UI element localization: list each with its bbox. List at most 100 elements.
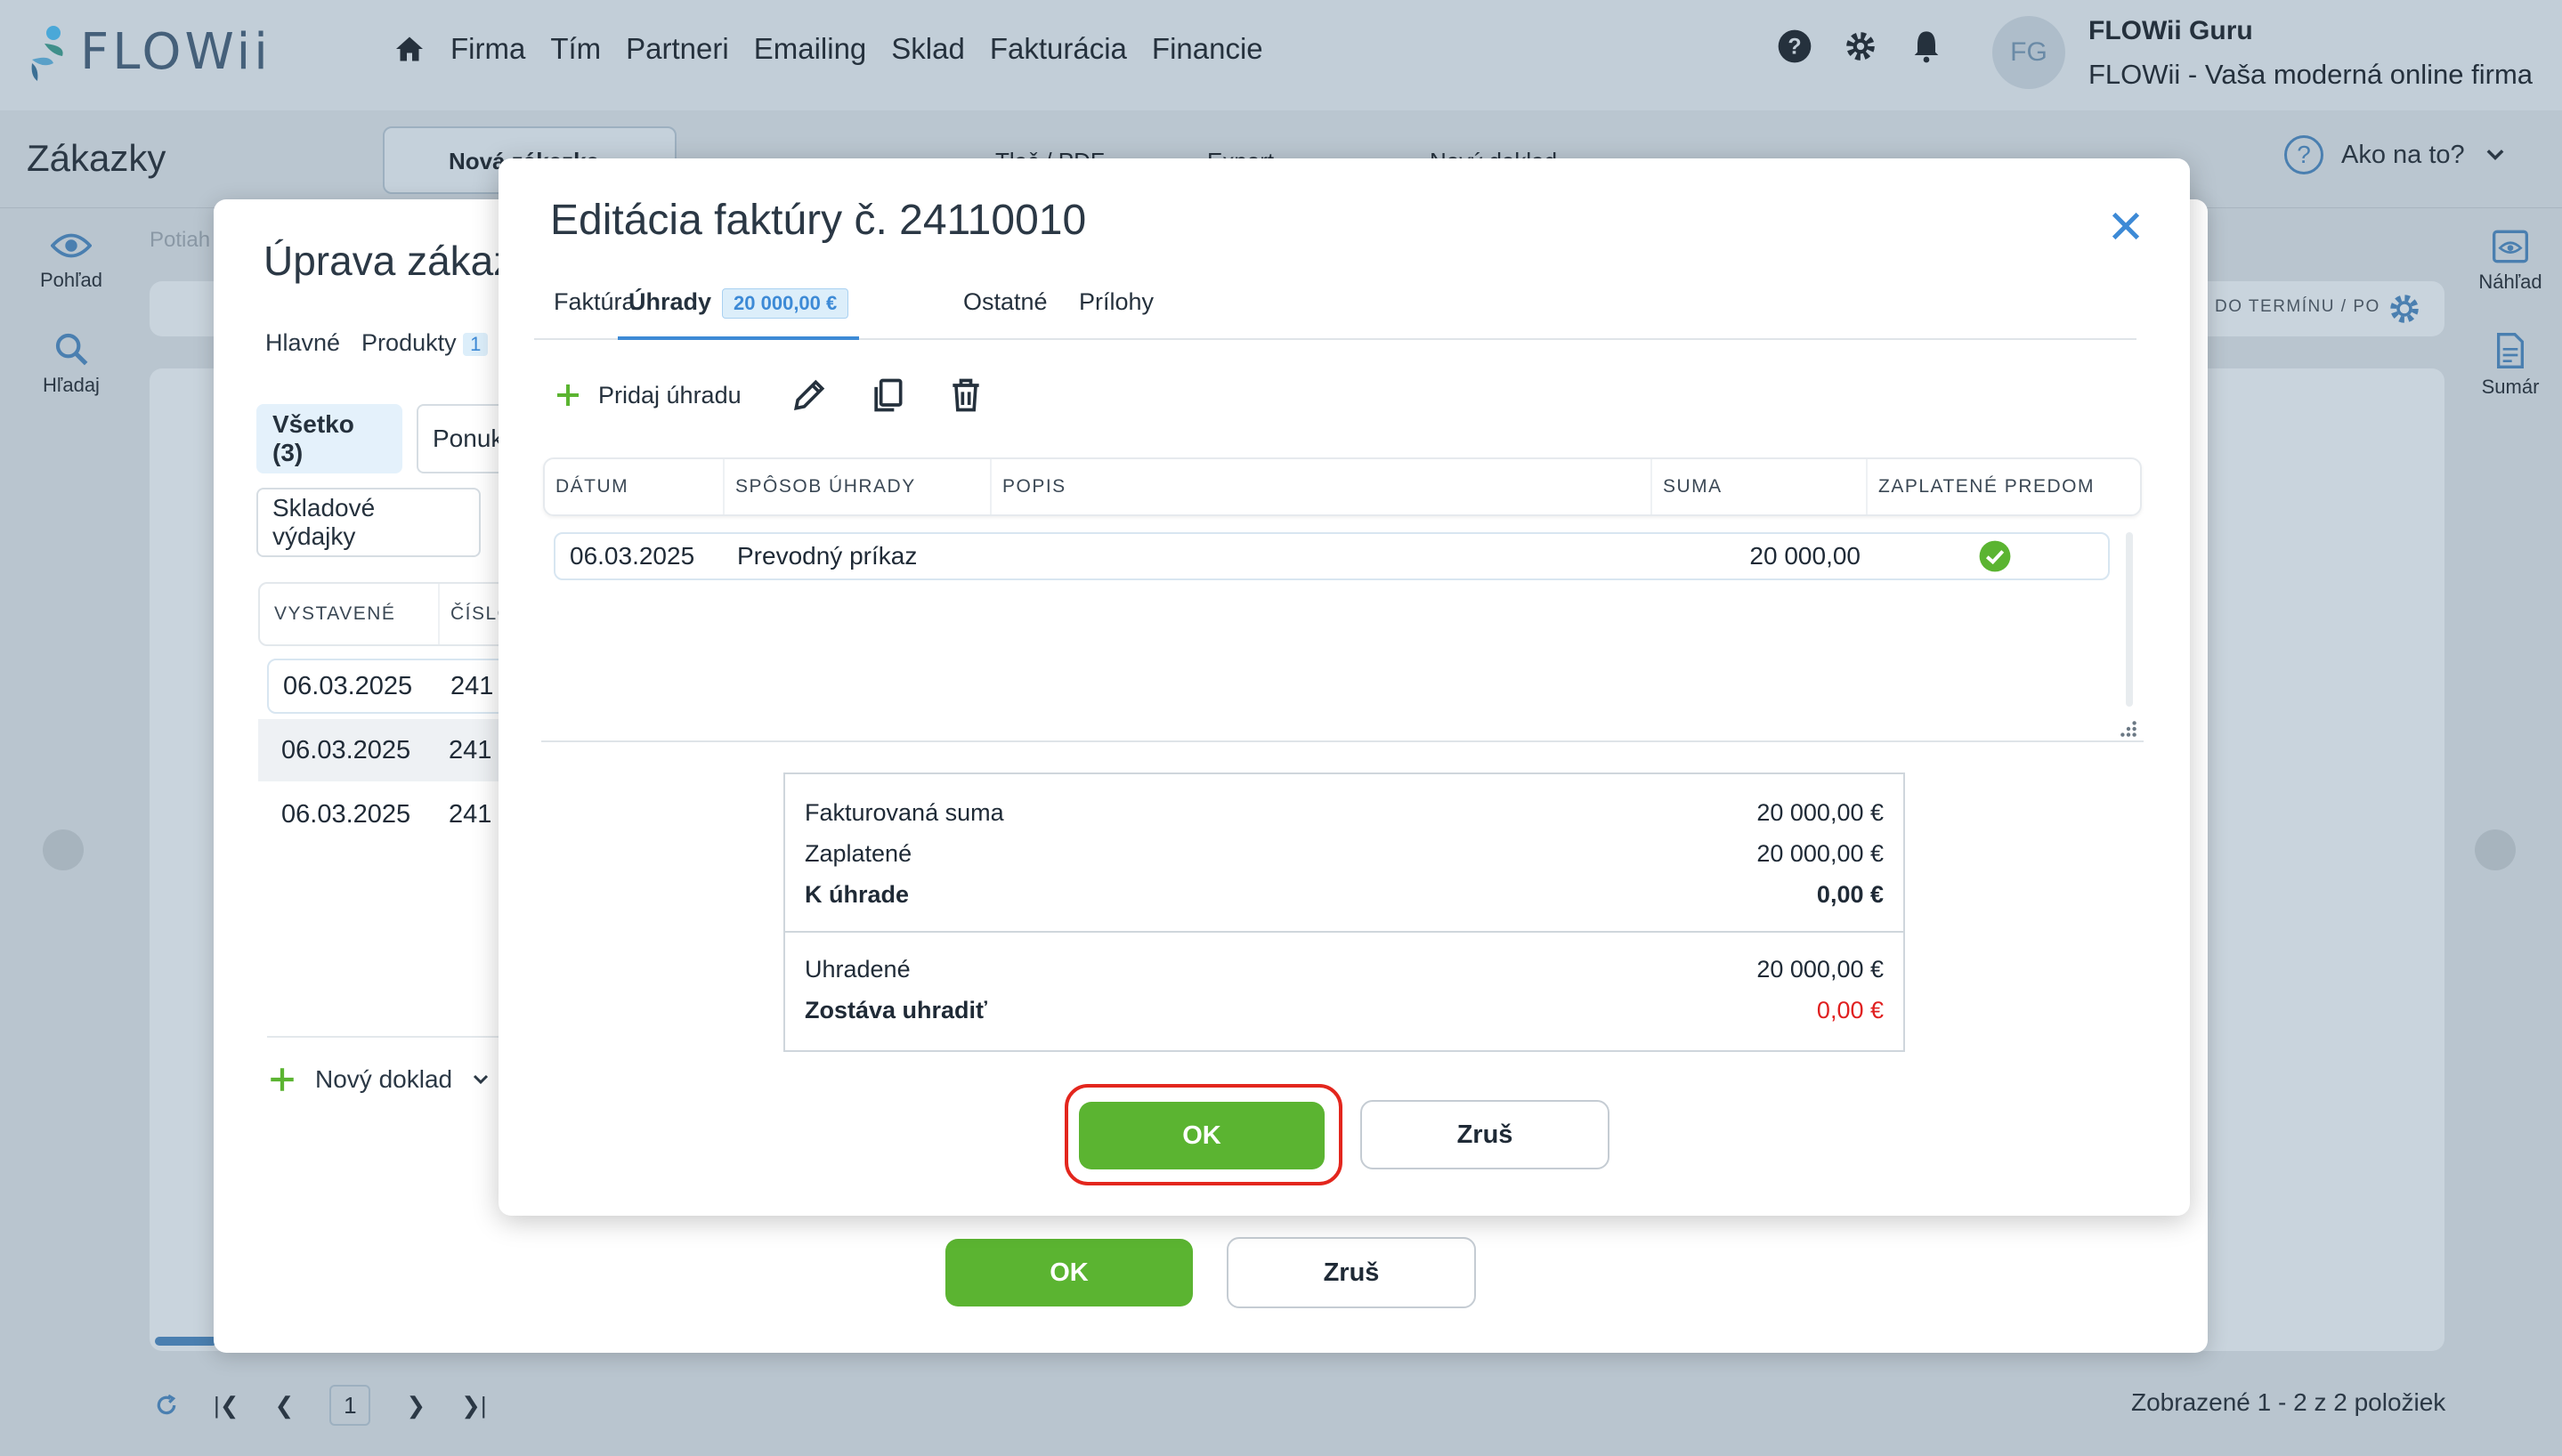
row-number: 241 [449, 799, 492, 829]
bell-icon[interactable] [1909, 28, 1944, 64]
filter-stock-button[interactable]: Skladové výdajky [256, 488, 481, 557]
tab-products-label: Produkty [361, 329, 457, 356]
pager-info: Zobrazené 1 - 2 z 2 položiek [2131, 1388, 2446, 1416]
tab-products[interactable]: Produkty 1 [361, 329, 489, 357]
user-company: FLOWii - Vaša moderná online firma [2088, 59, 2534, 90]
logo-icon [31, 25, 63, 81]
plus-icon [271, 1068, 294, 1091]
summary-divider [785, 931, 1903, 933]
last-page-icon[interactable]: ❯| [461, 1392, 487, 1420]
filter-all-button[interactable]: Všetko (3) [256, 404, 402, 473]
nav-fakturacia[interactable]: Fakturácia [990, 32, 1127, 66]
help-icon[interactable]: ? [1777, 28, 1812, 64]
trash-icon[interactable] [946, 376, 985, 415]
col-issued[interactable]: VYSTAVENÉ [260, 584, 440, 644]
add-payment-label: Pridaj úhradu [598, 381, 742, 408]
search-label: Hľadaj [43, 374, 100, 396]
ok-button-highlight [1065, 1084, 1342, 1185]
refresh-icon[interactable] [155, 1394, 178, 1417]
col-date[interactable]: DÁTUM [545, 459, 725, 514]
summary-bottom: Uhradené 20 000,00 € Zostáva uhradiť 0,0… [785, 949, 1903, 1031]
logo[interactable]: FLOWii [27, 23, 272, 81]
tab-attachments[interactable]: Prílohy [1079, 288, 1154, 340]
plus-icon [557, 384, 579, 406]
prev-arrow-button[interactable] [43, 829, 84, 870]
payments-total-badge: 20 000,00 € [722, 288, 849, 319]
summary-remaining: Zostáva uhradiť 0,00 € [785, 990, 1903, 1031]
right-side-panel: Náhľad Sumár [2466, 230, 2555, 438]
preview-button[interactable]: Náhľad [2466, 230, 2555, 294]
help-label: Ako na to? [2341, 140, 2465, 169]
gear-icon[interactable] [1843, 28, 1878, 64]
top-icons: ? [1777, 28, 1944, 64]
paid-label: Zaplatené [805, 839, 912, 867]
svg-text:?: ? [1788, 34, 1801, 59]
invoiced-value: 20 000,00 € [1756, 798, 1884, 826]
summary-paid: Zaplatené 20 000,00 € [785, 833, 1903, 874]
strip-left-text: Potiah [150, 228, 211, 252]
payments-toolbar: Pridaj úhradu [554, 376, 1025, 415]
tab-payments[interactable]: Úhrady 20 000,00 € [618, 288, 860, 340]
due-value: 0,00 € [1816, 880, 1884, 908]
col-amount[interactable]: SUMA [1652, 459, 1868, 514]
summary-top: Fakturovaná suma 20 000,00 € Zaplatené 2… [785, 792, 1903, 915]
avatar[interactable]: FG [1992, 16, 2065, 89]
invoiced-label: Fakturovaná suma [805, 798, 1004, 826]
home-icon[interactable] [393, 33, 426, 65]
search-button[interactable]: Hľadaj [27, 331, 116, 397]
view-button[interactable]: Pohľad [27, 230, 116, 292]
nav-partneri[interactable]: Partneri [626, 32, 729, 66]
next-page-icon[interactable]: ❯ [406, 1392, 426, 1420]
settled-value: 20 000,00 € [1756, 955, 1884, 983]
nav-tim[interactable]: Tím [550, 32, 601, 66]
order-cancel-button[interactable]: Zruš [1227, 1237, 1476, 1308]
col-method[interactable]: SPÔSOB ÚHRADY [725, 459, 992, 514]
page-title: Zákazky [27, 137, 166, 179]
nav-financie[interactable]: Financie [1152, 32, 1263, 66]
first-page-icon[interactable]: |❮ [214, 1392, 239, 1420]
payment-amount: 20 000,00 [1749, 542, 1861, 570]
main-nav: Firma Tím Partneri Emailing Sklad Faktur… [393, 32, 1263, 66]
nav-emailing[interactable]: Emailing [754, 32, 867, 66]
summary-label: Sumár [2481, 376, 2540, 398]
col-prepaid[interactable]: ZAPLATENÉ PREDOM [1868, 459, 2140, 514]
resize-grip-icon[interactable] [2119, 719, 2138, 739]
payments-vertical-scrollbar[interactable] [2126, 532, 2133, 707]
edit-icon[interactable] [790, 376, 829, 415]
col-description[interactable]: POPIS [992, 459, 1652, 514]
add-payment-button[interactable]: Pridaj úhradu [554, 381, 742, 409]
summary-button[interactable]: Sumár [2466, 333, 2555, 399]
pager: |❮ ❮ 1 ❯ ❯| [155, 1385, 487, 1426]
eye-icon [51, 233, 92, 258]
prev-page-icon[interactable]: ❮ [275, 1392, 295, 1420]
tab-other[interactable]: Ostatné [963, 288, 1048, 340]
invoice-dialog-title: Editácia faktúry č. 24110010 [550, 197, 1087, 244]
help-link[interactable]: ? Ako na to? [2284, 135, 2508, 174]
payment-row[interactable]: 06.03.2025 Prevodný príkaz 20 000,00 [554, 532, 2110, 580]
settled-label: Uhradené [805, 955, 911, 983]
settings-gear-icon[interactable] [2386, 290, 2423, 328]
nav-firma[interactable]: Firma [450, 32, 525, 66]
chevron-down-icon [474, 1074, 489, 1085]
logo-text: FLOWii [80, 23, 272, 81]
view-label: Pohľad [39, 269, 103, 291]
payment-summary: Fakturovaná suma 20 000,00 € Zaplatené 2… [783, 772, 1905, 1052]
tab-main[interactable]: Hlavné [265, 329, 340, 357]
row-number: 241 [450, 671, 494, 700]
grid-bottom-divider [541, 740, 2144, 742]
question-circle-icon: ? [2284, 135, 2323, 174]
remaining-value: 0,00 € [1816, 996, 1884, 1023]
remaining-label: Zostáva uhradiť [805, 996, 987, 1023]
preview-label: Náhľad [2478, 271, 2542, 293]
due-label: K úhrade [805, 880, 910, 908]
page-number[interactable]: 1 [329, 1385, 371, 1426]
horizontal-scrollbar[interactable] [155, 1337, 217, 1346]
close-icon[interactable] [2108, 208, 2144, 244]
invoice-cancel-button[interactable]: Zruš [1360, 1100, 1609, 1169]
invoice-dialog-tabs: Faktúra Úhrady 20 000,00 € Ostatné Príloh… [534, 274, 2136, 340]
order-ok-button[interactable]: OK [945, 1239, 1193, 1306]
next-arrow-button[interactable] [2475, 829, 2516, 870]
copy-icon[interactable] [868, 376, 907, 415]
row-date: 06.03.2025 [281, 735, 411, 764]
nav-sklad[interactable]: Sklad [891, 32, 965, 66]
